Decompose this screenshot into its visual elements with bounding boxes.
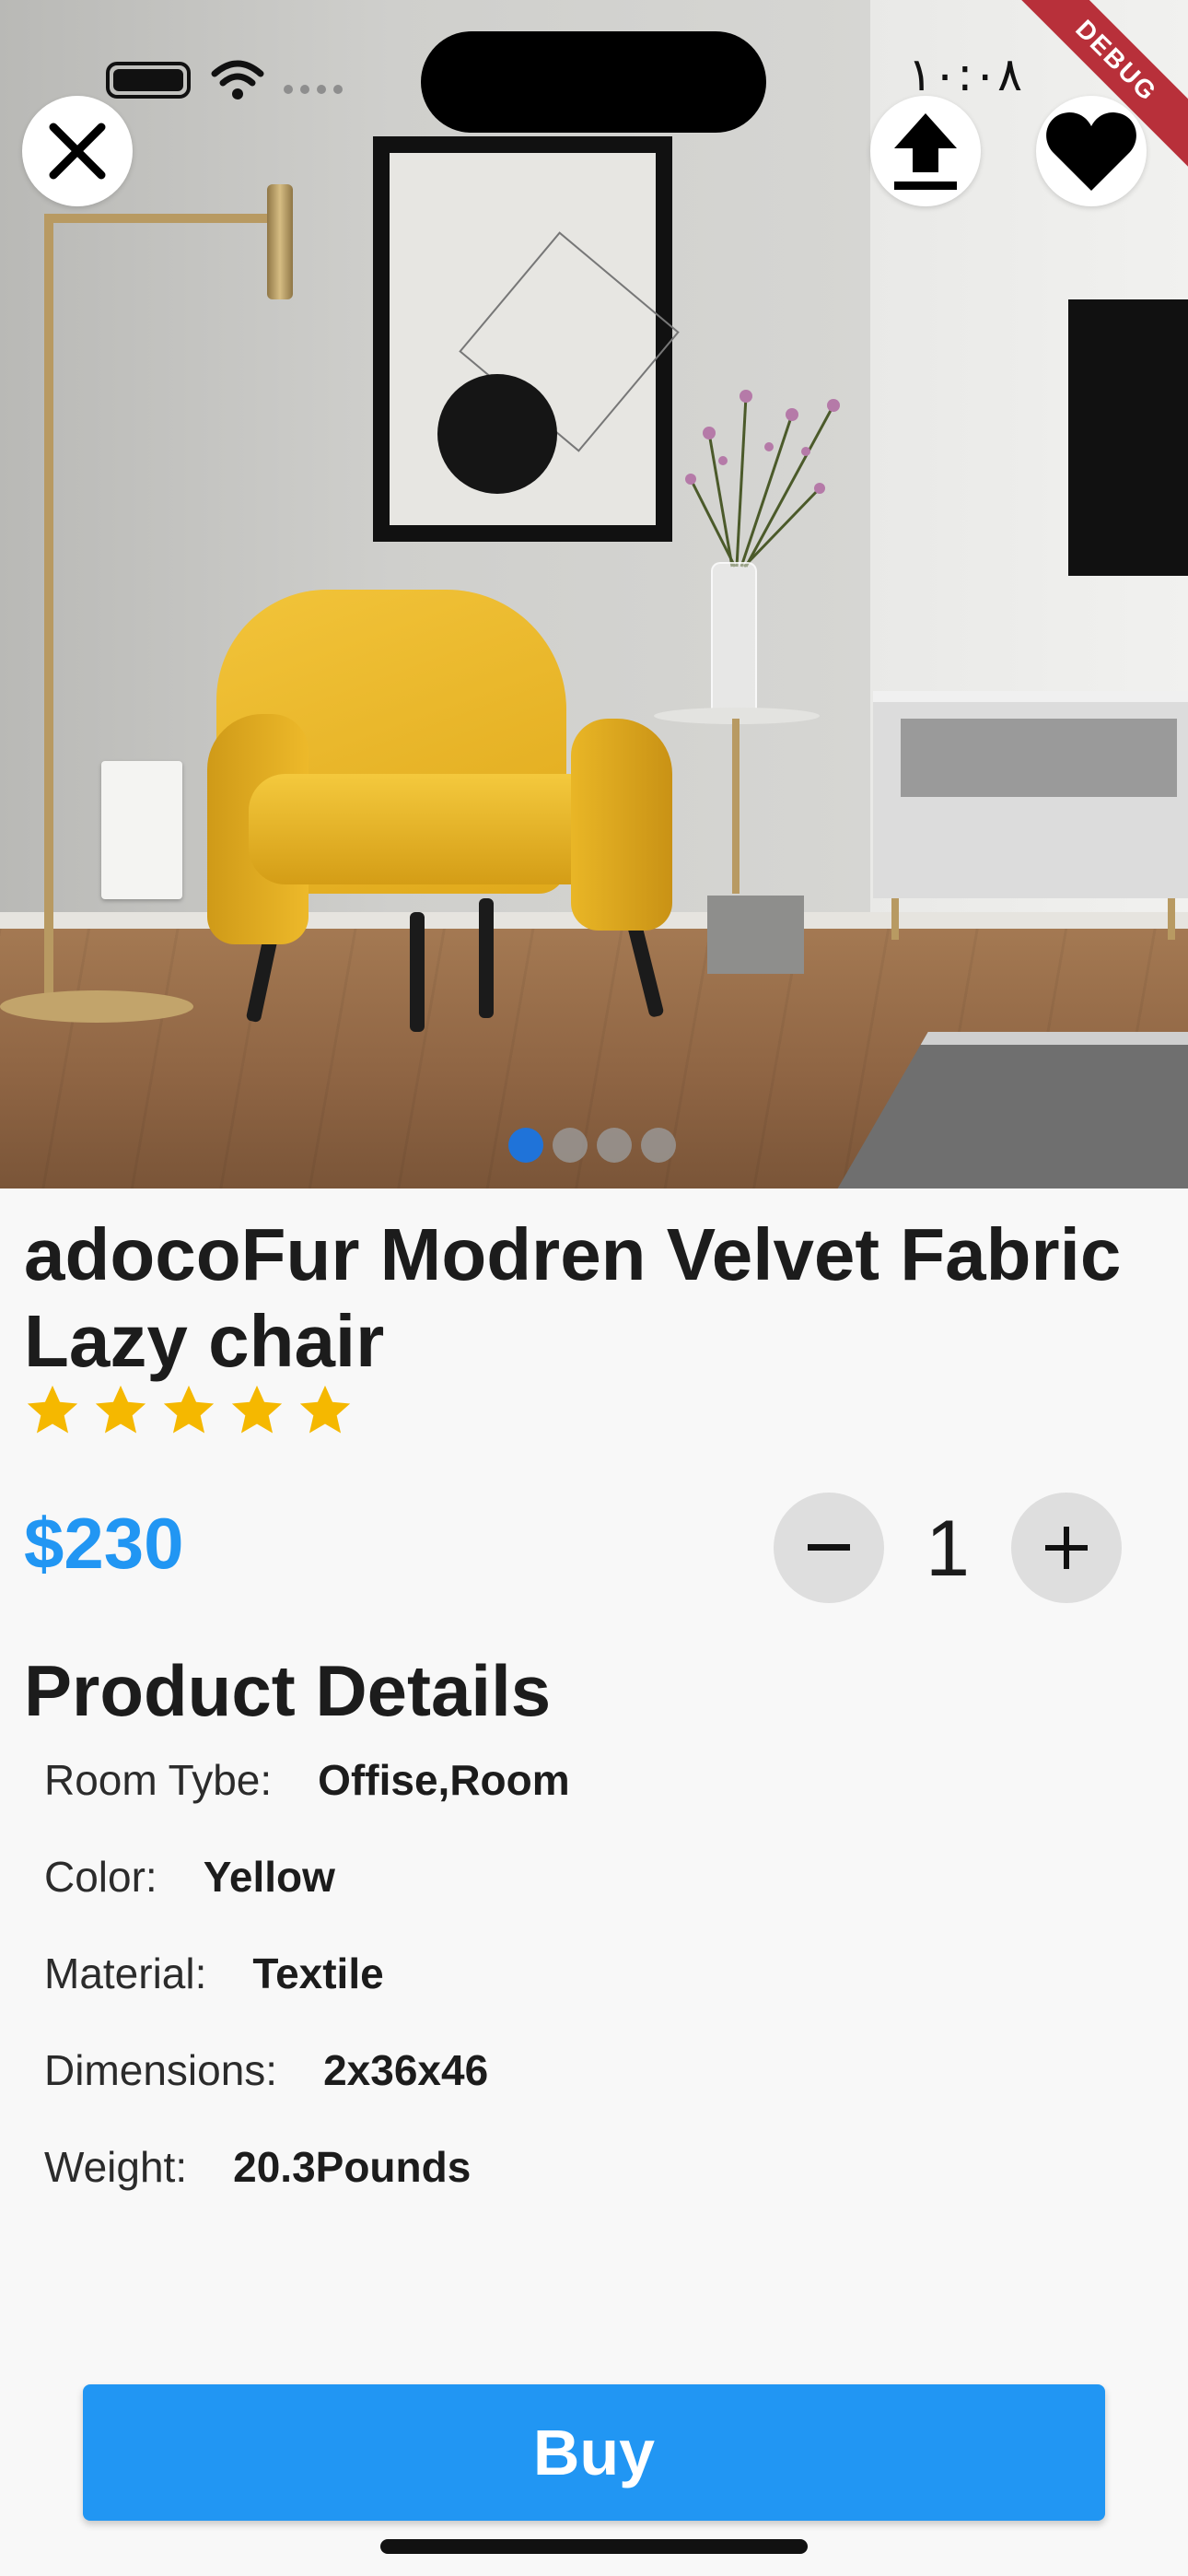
chair-leg <box>479 898 494 1018</box>
floor-lamp-head <box>267 184 293 299</box>
star-icon <box>95 1385 146 1434</box>
tv-cabinet <box>873 691 1188 940</box>
product-detail-screen: ١٠:٠٨ DEBUG adocoFur Modren Velvet Fabri… <box>0 0 1188 2576</box>
page-dot-active[interactable] <box>508 1128 543 1163</box>
rating-stars <box>24 1382 354 1439</box>
detail-row-material: Material: Textile <box>44 1949 384 1998</box>
detail-row-color: Color: Yellow <box>44 1852 335 1902</box>
heart-icon <box>1046 112 1136 191</box>
detail-row-dimensions: Dimensions: 2x36x46 <box>44 2045 488 2095</box>
share-button[interactable] <box>870 96 981 206</box>
star-icon <box>163 1385 215 1434</box>
detail-value: Yellow <box>203 1853 335 1901</box>
detail-label: Color: <box>44 1853 157 1901</box>
star-icon <box>27 1385 78 1434</box>
close-icon <box>49 123 106 180</box>
favorite-button[interactable] <box>1036 96 1147 206</box>
flower-stems <box>685 390 840 568</box>
detail-label: Room Tybe: <box>44 1756 273 1804</box>
star-icon <box>231 1385 283 1434</box>
quantity-stepper: 1 <box>774 1493 1124 1603</box>
page-dot[interactable] <box>641 1128 676 1163</box>
detail-value: Offise,Room <box>318 1756 570 1804</box>
floor-lamp-arm <box>44 214 276 223</box>
tv <box>1068 299 1188 576</box>
side-table-leg <box>732 719 740 894</box>
star-icon <box>299 1385 351 1434</box>
buy-button[interactable]: Buy <box>83 2384 1105 2521</box>
decrease-quantity-button[interactable] <box>774 1493 884 1603</box>
detail-label: Dimensions: <box>44 2046 278 2094</box>
minus-icon <box>808 1544 850 1551</box>
side-table-base <box>707 896 804 974</box>
plus-icon <box>1045 1527 1088 1569</box>
battery-icon <box>106 62 191 99</box>
wall-switch <box>101 761 182 899</box>
home-indicator[interactable] <box>380 2539 808 2554</box>
page-dot[interactable] <box>597 1128 632 1163</box>
cellular-signal-icon <box>284 85 343 94</box>
detail-value: 20.3Pounds <box>233 2143 472 2191</box>
close-button[interactable] <box>22 96 133 206</box>
chair-leg <box>410 912 425 1032</box>
detail-row-room-type: Room Tybe: Offise,Room <box>44 1755 570 1805</box>
yellow-chair-arm-right <box>571 719 672 931</box>
dynamic-island <box>421 31 766 133</box>
glass-vase <box>711 562 757 714</box>
floor-lamp <box>44 214 53 1006</box>
quantity-value: 1 <box>926 1505 970 1593</box>
product-details-heading: Product Details <box>24 1650 552 1731</box>
detail-label: Weight: <box>44 2143 188 2191</box>
detail-value: Textile <box>252 1950 384 1997</box>
product-image-carousel[interactable] <box>0 0 1188 1188</box>
increase-quantity-button[interactable] <box>1011 1493 1122 1603</box>
page-dot[interactable] <box>553 1128 588 1163</box>
wall-art-frame <box>373 136 680 542</box>
detail-label: Material: <box>44 1950 207 1997</box>
floor-lamp-base <box>0 990 193 1023</box>
detail-value: 2x36x46 <box>323 2046 489 2094</box>
product-price: $230 <box>24 1503 184 1584</box>
carousel-page-indicator <box>508 1128 676 1163</box>
status-time: ١٠:٠٨ <box>907 48 1022 101</box>
share-upload-icon <box>894 113 957 190</box>
wifi-icon <box>211 60 264 100</box>
detail-row-weight: Weight: 20.3Pounds <box>44 2142 471 2192</box>
product-title: adocoFur Modren Velvet Fabric Lazy chair <box>24 1213 1122 1382</box>
